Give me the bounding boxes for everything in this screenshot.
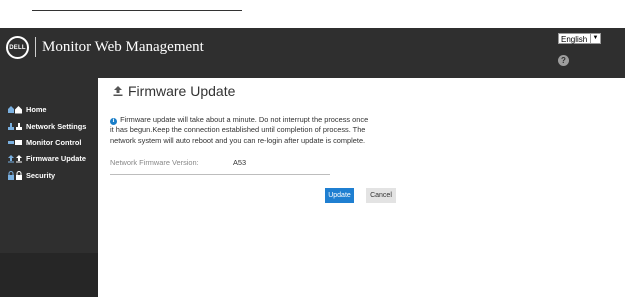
- lock-icon: [7, 170, 23, 180]
- firmware-divider: [110, 174, 330, 175]
- firmware-version-label: Network Firmware Version:: [110, 158, 199, 167]
- cancel-button[interactable]: Cancel: [366, 188, 396, 203]
- info-icon: i: [110, 118, 117, 125]
- upload-icon: [113, 86, 123, 96]
- help-icon[interactable]: ?: [558, 55, 569, 66]
- info-line: it has begun.Keep the connection establi…: [110, 125, 366, 135]
- sidebar-item-home[interactable]: Home: [7, 103, 47, 115]
- app-title: Monitor Web Management: [42, 39, 204, 55]
- page: DELL Monitor Web Management English ▼ ? …: [0, 0, 625, 297]
- top-underline: [32, 10, 242, 11]
- header-divider: [35, 37, 36, 57]
- language-select[interactable]: English ▼: [558, 33, 601, 44]
- sidebar-item-label: Network Settings: [26, 121, 87, 131]
- firmware-version-value: A53: [233, 158, 247, 167]
- header-bar: DELL Monitor Web Management English ▼ ?: [0, 28, 625, 78]
- dell-logo: DELL: [6, 36, 29, 59]
- sidebar-item-firmware-update[interactable]: Firmware Update: [7, 152, 86, 164]
- home-icon: [7, 105, 23, 114]
- sidebar-item-label: Firmware Update: [26, 153, 86, 163]
- sidebar-item-label: Security: [26, 170, 56, 180]
- info-message: i Firmware update will take about a minu…: [110, 115, 400, 146]
- page-title: Firmware Update: [112, 83, 235, 99]
- language-selected: English: [561, 35, 588, 44]
- page-title-text: Firmware Update: [128, 83, 236, 99]
- chevron-down-icon: ▼: [590, 34, 600, 43]
- logo-text: DELL: [9, 44, 26, 51]
- main-content: Firmware Update i Firmware update will t…: [98, 78, 625, 297]
- help-glyph: ?: [561, 56, 566, 65]
- sidebar-item-label: Home: [26, 104, 47, 114]
- sidebar-item-security[interactable]: Security: [7, 169, 55, 181]
- sidebar-item-label: Monitor Control: [26, 137, 82, 147]
- upload-icon: [7, 154, 23, 163]
- sidebar: Home Network Settings Monitor Control Fi…: [0, 78, 98, 297]
- update-button[interactable]: Update: [325, 188, 354, 203]
- monitor-control-icon: [7, 138, 23, 147]
- info-line: network system will auto reboot and you …: [110, 135, 366, 145]
- info-line-text: Firmware update will take about a minute…: [120, 115, 369, 124]
- sidebar-item-monitor-control[interactable]: Monitor Control: [7, 136, 81, 148]
- sidebar-footer-area: [0, 253, 98, 297]
- network-icon: [7, 122, 23, 131]
- info-line: i Firmware update will take about a minu…: [110, 115, 400, 125]
- sidebar-item-network-settings[interactable]: Network Settings: [7, 120, 86, 132]
